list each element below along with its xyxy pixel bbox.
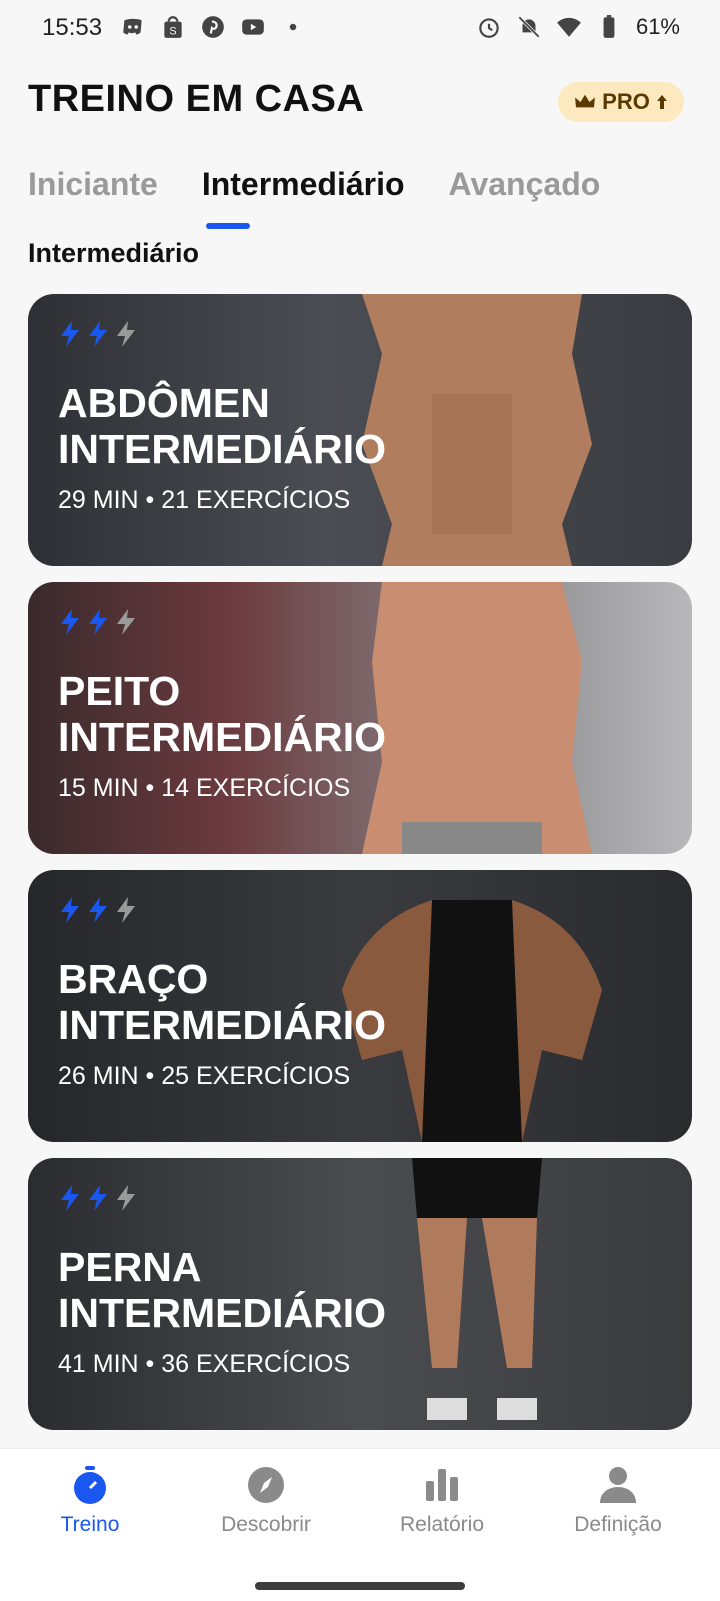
workout-title-line2: INTERMEDIÁRIO [58, 1290, 386, 1336]
workout-title-line2: INTERMEDIÁRIO [58, 426, 386, 472]
workout-title-line1: PERNA [58, 1244, 202, 1290]
battery-icon [603, 15, 615, 38]
tab-avancado[interactable]: Avançado [449, 166, 601, 217]
page-title: TREINO EM CASA [28, 78, 365, 120]
bolt-active-icon [61, 609, 79, 635]
workout-meta: 15 MIN • 14 EXERCÍCIOS [58, 774, 351, 802]
bolt-active-icon [89, 897, 107, 923]
bolt-active-icon [89, 321, 107, 347]
notification-icons: S [120, 14, 306, 40]
nav-definicao[interactable]: Definição [538, 1463, 698, 1537]
level-indicator [58, 608, 138, 636]
nav-treino[interactable]: Treino [10, 1463, 170, 1537]
workout-title: ABDÔMEN INTERMEDIÁRIO [58, 380, 418, 472]
workout-title-line2: INTERMEDIÁRIO [58, 1002, 386, 1048]
status-right: 61% [476, 14, 680, 40]
workout-card-perna[interactable]: PERNA INTERMEDIÁRIO 41 MIN • 36 EXERCÍCI… [28, 1158, 692, 1430]
pinterest-icon [202, 16, 224, 38]
compass-icon [248, 1467, 284, 1503]
workout-meta: 41 MIN • 36 EXERCÍCIOS [58, 1350, 351, 1378]
bolt-inactive-icon [117, 1185, 135, 1211]
pro-label: PRO [602, 89, 650, 114]
bolt-inactive-icon [117, 609, 135, 635]
level-indicator [58, 320, 138, 348]
nav-label: Treino [60, 1513, 120, 1536]
bolt-inactive-icon [117, 897, 135, 923]
status-bar: 15:53 S 61% [0, 0, 720, 56]
level-indicator [58, 1184, 138, 1212]
workout-title: PERNA INTERMEDIÁRIO [58, 1244, 418, 1336]
workout-title-line1: PEITO [58, 668, 181, 714]
tab-intermediario[interactable]: Intermediário [202, 166, 405, 229]
level-tabs: Iniciante Intermediário Avançado [28, 166, 601, 229]
bolt-active-icon [61, 897, 79, 923]
alarm-icon [479, 18, 499, 38]
bolt-active-icon [89, 1185, 107, 1211]
wifi-icon [557, 17, 581, 37]
workout-title-line1: ABDÔMEN [58, 380, 270, 426]
bolt-active-icon [61, 1185, 79, 1211]
shopping-bag-icon: S [164, 16, 182, 38]
workout-card-peito[interactable]: PEITO INTERMEDIÁRIO 15 MIN • 14 EXERCÍCI… [28, 582, 692, 854]
workout-list: ABDÔMEN INTERMEDIÁRIO 29 MIN • 21 EXERCÍ… [28, 294, 692, 1446]
bolt-active-icon [89, 609, 107, 635]
timer-icon [74, 1466, 106, 1504]
dot-icon [289, 23, 297, 31]
workout-title: PEITO INTERMEDIÁRIO [58, 668, 418, 760]
workout-card-abdomen[interactable]: ABDÔMEN INTERMEDIÁRIO 29 MIN • 21 EXERCÍ… [28, 294, 692, 566]
nav-relatorio[interactable]: Relatório [362, 1463, 522, 1537]
pro-button[interactable]: PRO [558, 82, 684, 122]
nav-descobrir[interactable]: Descobrir [186, 1463, 346, 1537]
svg-text:S: S [169, 26, 176, 38]
home-indicator[interactable] [255, 1582, 465, 1590]
workout-meta: 29 MIN • 21 EXERCÍCIOS [58, 486, 351, 514]
nav-label: Descobrir [221, 1513, 311, 1536]
workout-card-braco[interactable]: BRAÇO INTERMEDIÁRIO 26 MIN • 25 EXERCÍCI… [28, 870, 692, 1142]
workout-title-line1: BRAÇO [58, 956, 209, 1002]
bolt-active-icon [61, 321, 79, 347]
workout-meta: 26 MIN • 25 EXERCÍCIOS [58, 1062, 351, 1090]
level-indicator [58, 896, 138, 924]
youtube-icon [242, 19, 264, 35]
arrow-up-icon [656, 95, 667, 109]
bolt-inactive-icon [117, 321, 135, 347]
bottom-nav: Treino Descobrir Relatório Definição [0, 1448, 720, 1601]
section-title: Intermediário [28, 238, 200, 268]
bar-chart-icon [426, 1469, 458, 1501]
nav-label: Relatório [399, 1513, 485, 1536]
bell-off-icon [518, 16, 540, 38]
nav-label: Definição [574, 1513, 662, 1536]
tab-iniciante[interactable]: Iniciante [28, 166, 158, 217]
discord-icon [123, 18, 142, 35]
workout-title-line2: INTERMEDIÁRIO [58, 714, 386, 760]
battery-percent: 61% [635, 14, 680, 39]
workout-title: BRAÇO INTERMEDIÁRIO [58, 956, 418, 1048]
person-icon [600, 1467, 636, 1503]
status-time: 15:53 [42, 14, 103, 41]
crown-icon [575, 94, 596, 108]
